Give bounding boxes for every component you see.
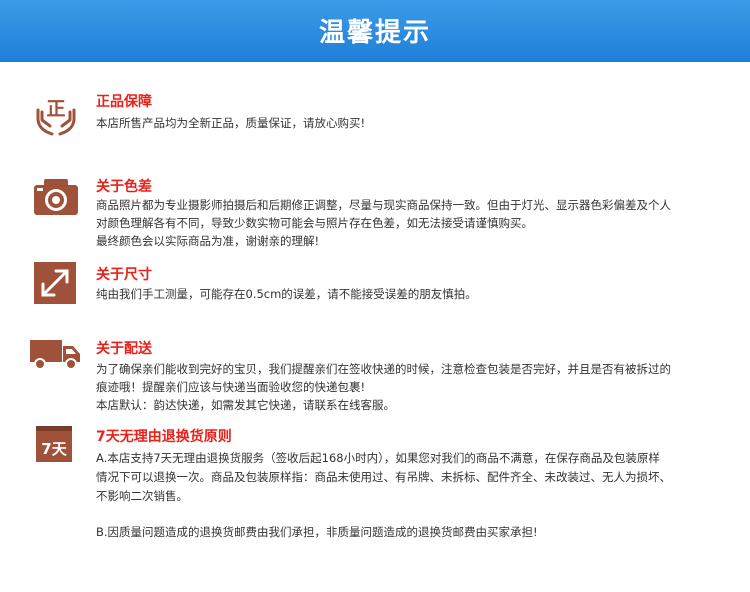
section-text: 对颜色理解各有不同，导致少数实物可能会与照片存在色差，如无法接受请谨慎购买。 (96, 216, 533, 230)
section-text: 为了确保亲们能收到完好的宝贝，我们提醒亲们在签收快递的时候，注意检查包装是否完好… (96, 362, 671, 376)
svg-text:7天: 7天 (41, 440, 67, 458)
hands-genuine-icon: 正 (36, 98, 76, 136)
section-text: 本店默认：韵达快递，如需发其它快递，请联系在线客服。 (96, 398, 395, 412)
section-text: 情况下可以退换一次。商品及包装原样指：商品未使用过、有吊牌、未拆标、配件齐全、未… (96, 470, 671, 484)
section-text: A.本店支持7天无理由退换货服务（签收后起168小时内），如果您对我们的商品不满… (96, 451, 660, 465)
camera-icon (34, 179, 78, 215)
section-text: 商品照片都为专业摄影师拍摄后和后期修正调整，尽量与现实商品保持一致。但由于灯光、… (96, 198, 671, 212)
section-title-delivery: 关于配送 (96, 341, 152, 357)
seven-day-calendar-icon: 7天 (36, 426, 72, 462)
section-title-return: 7天无理由退换货原则 (96, 429, 232, 445)
svg-text:正: 正 (46, 98, 65, 120)
header-banner: 温馨提示 (0, 0, 750, 62)
section-text: 纯由我们手工测量，可能存在0.5cm的误差，请不能接受误差的朋友慎拍。 (96, 287, 477, 301)
section-text: B.因质量问题造成的退换货邮费由我们承担，非质量问题造成的退换货邮费由买家承担! (96, 525, 538, 539)
resize-arrow-icon (34, 262, 76, 304)
section-title-genuine: 正品保障 (96, 94, 152, 110)
section-text: 最终颜色会以实际商品为准，谢谢亲的理解! (96, 234, 320, 248)
section-text: 本店所售产品均为全新正品，质量保证，请放心购买! (96, 116, 366, 130)
section-title-size: 关于尺寸 (96, 267, 152, 283)
section-title-color: 关于色差 (96, 179, 152, 195)
section-text: 痕迹哦！提醒亲们应该与快递当面验收您的快递包裹! (96, 380, 366, 394)
banner-title: 温馨提示 (318, 18, 431, 48)
section-text: 不影响二次销售。 (96, 489, 188, 503)
delivery-truck-icon (30, 340, 80, 370)
